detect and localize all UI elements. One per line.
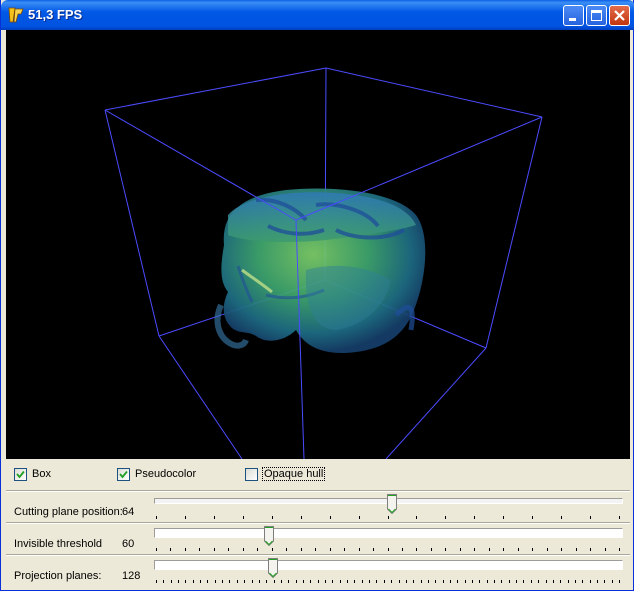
cutting-plane-ticks bbox=[156, 516, 620, 519]
close-icon bbox=[614, 10, 625, 21]
minimize-button[interactable] bbox=[563, 5, 584, 26]
cutting-plane-value: 64 bbox=[122, 506, 135, 518]
invisible-threshold-slider-thumb[interactable] bbox=[263, 526, 274, 546]
render-viewport[interactable] bbox=[6, 30, 630, 459]
projection-planes-track[interactable] bbox=[154, 560, 623, 570]
cutting-plane-row: Cutting plane position: 64 bbox=[6, 490, 630, 524]
projection-planes-slider-thumb[interactable] bbox=[268, 558, 279, 578]
close-button[interactable] bbox=[609, 5, 630, 26]
invisible-threshold-ticks bbox=[156, 548, 620, 551]
invisible-threshold-label: Invisible threshold bbox=[14, 538, 103, 550]
opaque-hull-checkbox-box[interactable] bbox=[245, 468, 258, 481]
projection-planes-value: 128 bbox=[122, 570, 141, 582]
pseudocolor-checkbox-label: Pseudocolor bbox=[135, 468, 197, 480]
window-title: 51,3 FPS bbox=[28, 7, 83, 22]
invisible-threshold-value: 60 bbox=[122, 538, 135, 550]
projection-planes-ticks bbox=[156, 580, 620, 583]
opaque-hull-checkbox-label: Opaque hull bbox=[261, 467, 326, 481]
projection-planes-row: Projection planes: 128 bbox=[6, 554, 630, 588]
control-panel: Box Pseudocolor Opaque hull Cutting plan… bbox=[6, 459, 630, 587]
invisible-threshold-row: Invisible threshold 60 bbox=[6, 522, 630, 556]
box-checkbox-label: Box bbox=[32, 468, 51, 480]
cutting-plane-label: Cutting plane position: bbox=[14, 506, 123, 518]
checkmark-icon bbox=[119, 470, 128, 479]
maximize-icon bbox=[591, 10, 602, 21]
app-logo-icon bbox=[8, 7, 24, 23]
head-volume bbox=[214, 188, 426, 354]
pseudocolor-checkbox-box[interactable] bbox=[117, 468, 130, 481]
checkmark-icon bbox=[16, 470, 25, 479]
cutting-plane-slider-thumb[interactable] bbox=[387, 494, 398, 514]
projection-planes-label: Projection planes: bbox=[14, 570, 102, 582]
maximize-button[interactable] bbox=[586, 5, 607, 26]
title-bar[interactable]: 51,3 FPS bbox=[1, 0, 634, 30]
invisible-threshold-track[interactable] bbox=[154, 528, 623, 538]
box-checkbox-box[interactable] bbox=[14, 468, 27, 481]
volume-scene bbox=[104, 67, 543, 459]
minimize-icon bbox=[569, 18, 576, 21]
main-window: 51,3 FPS Box Pseudocolor Opaque hull Cut… bbox=[0, 0, 634, 591]
options-row: Box Pseudocolor Opaque hull bbox=[6, 459, 630, 489]
